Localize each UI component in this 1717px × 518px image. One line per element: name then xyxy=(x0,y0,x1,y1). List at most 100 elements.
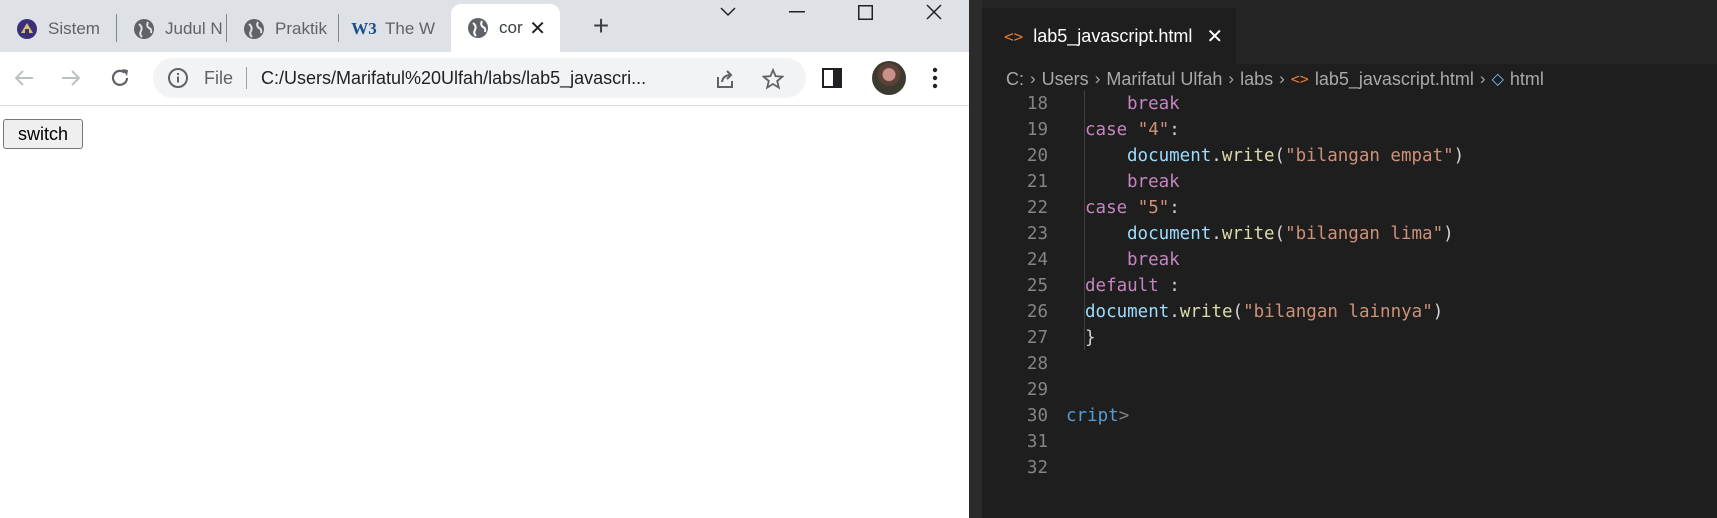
breadcrumb-item[interactable]: lab5_javascript.html xyxy=(1315,69,1474,90)
editor-tab-lab5[interactable]: <> lab5_javascript.html ✕ xyxy=(982,8,1236,64)
line-number: 25 xyxy=(1026,276,1048,296)
line-number: 21 xyxy=(1026,172,1048,192)
line-number: 31 xyxy=(1026,432,1048,452)
code-line[interactable]: 25 default : xyxy=(982,272,1717,300)
new-tab-button[interactable]: + xyxy=(585,10,617,42)
globe-icon xyxy=(467,17,489,39)
w3schools-icon: W3 xyxy=(351,19,377,38)
code-token: write xyxy=(1179,302,1233,322)
code-line[interactable]: 29 xyxy=(982,376,1717,404)
close-editor-tab-icon[interactable]: ✕ xyxy=(1206,24,1223,49)
tab-label: Praktik xyxy=(275,19,327,38)
line-number: 29 xyxy=(1026,380,1048,400)
breadcrumb-item[interactable]: Marifatul Ulfah xyxy=(1106,69,1222,90)
menu-kebab-icon[interactable] xyxy=(923,66,947,90)
line-number: 22 xyxy=(1026,198,1048,218)
breadcrumb-item[interactable]: html xyxy=(1510,69,1544,90)
code-line[interactable]: 30 cript> xyxy=(982,402,1717,430)
browser-toolbar: File C:/Users/Marifatul%20Ulfah/labs/lab… xyxy=(0,52,969,106)
code-token: "5" xyxy=(1137,198,1170,218)
line-number: 30 xyxy=(1026,406,1048,426)
code-token: break xyxy=(1127,172,1180,192)
line-number: 23 xyxy=(1026,224,1048,244)
code-text: break xyxy=(1127,90,1180,118)
code-line[interactable]: 21 break xyxy=(982,168,1717,196)
code-token: document xyxy=(1127,224,1212,244)
editor-tab-bar: <> lab5_javascript.html ✕ xyxy=(982,0,1717,70)
code-text: default : xyxy=(1085,272,1180,300)
breadcrumb-item[interactable]: Users xyxy=(1042,69,1089,90)
code-token: "bilangan empat" xyxy=(1285,146,1454,166)
code-token: > xyxy=(1118,406,1130,426)
code-token: document xyxy=(1085,302,1170,322)
back-icon[interactable] xyxy=(10,64,38,92)
code-line[interactable]: 31 xyxy=(982,428,1717,456)
omnibox-divider xyxy=(246,67,247,89)
line-number: 24 xyxy=(1026,250,1048,270)
code-token: "4" xyxy=(1137,120,1170,140)
bookmark-star-icon[interactable] xyxy=(761,67,785,91)
tab-sistem[interactable]: Sistem xyxy=(0,6,113,52)
code-line[interactable]: 22 case "5": xyxy=(982,194,1717,222)
code-text: cript> xyxy=(1066,402,1129,430)
forward-icon[interactable] xyxy=(57,64,85,92)
browser-window: Sistem Judul N Praktik W3 The W cor ✕ + … xyxy=(0,0,969,518)
chevron-right-icon: › xyxy=(1228,69,1235,88)
code-token: write xyxy=(1221,146,1275,166)
tab-search-chevron-icon[interactable] xyxy=(699,0,757,24)
line-number: 32 xyxy=(1026,458,1048,478)
code-token: } xyxy=(1085,328,1096,348)
code-token: ) xyxy=(1432,302,1444,322)
close-window-icon[interactable] xyxy=(905,0,963,24)
code-token: "bilangan lima" xyxy=(1285,224,1444,244)
code-token: : xyxy=(1158,276,1180,296)
maximize-icon[interactable] xyxy=(836,0,894,24)
line-number: 28 xyxy=(1026,354,1048,374)
code-line[interactable]: 28 xyxy=(982,350,1717,378)
site-info-icon[interactable] xyxy=(167,67,189,89)
code-line[interactable]: 26 document.write("bilangan lainnya") xyxy=(982,298,1717,326)
code-area[interactable]: 18 break 19 case "4": 20 document.write("bila… xyxy=(982,90,1717,518)
url-text[interactable]: C:/Users/Marifatul%20Ulfah/labs/lab5_jav… xyxy=(261,68,731,89)
code-text: document.write("bilangan lainnya") xyxy=(1085,298,1443,326)
code-line[interactable]: 24 break xyxy=(982,246,1717,274)
share-icon[interactable] xyxy=(713,67,737,91)
code-token: case xyxy=(1085,198,1138,218)
code-token: . xyxy=(1211,146,1222,166)
switch-button[interactable]: switch xyxy=(3,119,83,149)
code-token: ) xyxy=(1443,224,1454,244)
code-line[interactable]: 20 document.write("bilangan empat") xyxy=(982,142,1717,170)
tab-praktik[interactable]: Praktik xyxy=(227,6,333,52)
chevron-right-icon: › xyxy=(1279,69,1285,88)
address-bar[interactable]: File C:/Users/Marifatul%20Ulfah/labs/lab… xyxy=(153,58,806,98)
tab-w3schools[interactable]: W3 The W xyxy=(337,6,447,52)
breadcrumb-item[interactable]: C: xyxy=(1006,69,1024,90)
code-line[interactable]: 27} xyxy=(982,324,1717,352)
code-text: document.write("bilangan empat") xyxy=(1127,142,1464,170)
code-line[interactable]: 19 case "4": xyxy=(982,116,1717,144)
code-token: case xyxy=(1085,120,1138,140)
minimize-icon[interactable] xyxy=(768,0,826,24)
editor-left-strip xyxy=(969,0,982,518)
reload-icon[interactable] xyxy=(106,64,134,92)
close-tab-icon[interactable]: ✕ xyxy=(529,16,546,41)
side-panel-icon[interactable] xyxy=(820,66,844,90)
chevron-right-icon: › xyxy=(1479,69,1486,88)
university-logo-icon xyxy=(16,18,38,40)
code-line[interactable]: 18 break xyxy=(982,90,1717,118)
tab-label: cor xyxy=(499,18,523,37)
profile-avatar[interactable] xyxy=(872,61,906,95)
code-line[interactable]: 32 xyxy=(982,454,1717,482)
code-text: } xyxy=(1085,324,1096,352)
line-number: 18 xyxy=(1026,94,1048,114)
code-token: break xyxy=(1127,94,1180,114)
tab-active[interactable]: cor ✕ xyxy=(451,4,560,52)
code-token: ) xyxy=(1453,146,1465,166)
code-text: case "5": xyxy=(1085,194,1180,222)
tab-judul[interactable]: Judul N xyxy=(117,6,223,52)
code-line[interactable]: 23 document.write("bilangan lima") xyxy=(982,220,1717,248)
tab-strip: Sistem Judul N Praktik W3 The W cor ✕ + xyxy=(0,0,969,52)
code-token: : xyxy=(1169,198,1180,218)
tab-label: Sistem xyxy=(48,19,100,38)
breadcrumb-item[interactable]: labs xyxy=(1240,69,1273,90)
